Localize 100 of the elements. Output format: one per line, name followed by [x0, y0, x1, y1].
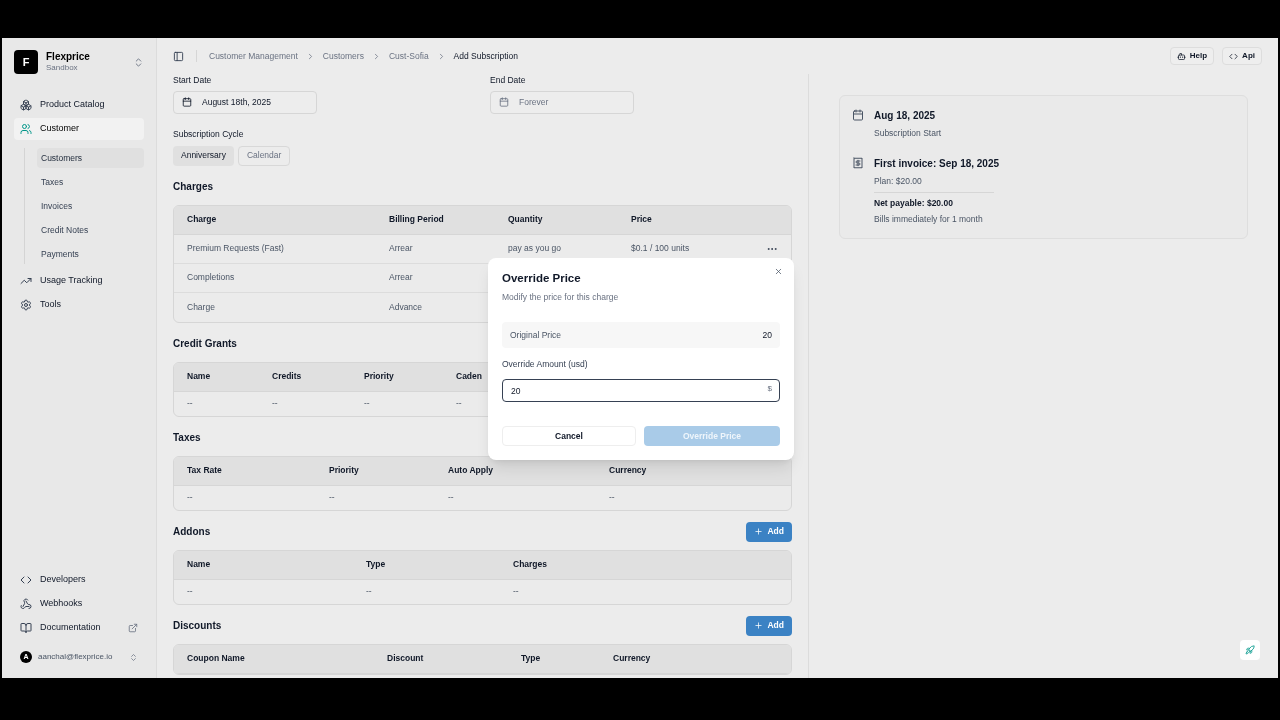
table-cell-text: --: [187, 397, 194, 410]
brand-logo: F: [14, 50, 38, 74]
section-title: Addons: [173, 525, 211, 539]
calendar-icon: [499, 97, 509, 108]
plus-icon: [754, 527, 764, 536]
column-header: Name: [187, 558, 212, 571]
receipt-icon: [852, 156, 864, 169]
nav-item[interactable]: Documentation: [14, 616, 144, 640]
code-icon: [20, 574, 32, 586]
original-price-label: Original Price: [510, 328, 562, 342]
breadcrumb-item[interactable]: Customers: [322, 49, 364, 63]
switcher-icon: [129, 652, 138, 662]
table-cell-text: Arrear: [389, 242, 414, 255]
dialog-title: Override Price: [502, 271, 582, 286]
header-button[interactable]: Api: [1222, 47, 1262, 65]
cycle-option[interactable]: Calendar: [237, 145, 291, 166]
timeline-detail: Plan: $20.00: [874, 174, 923, 188]
table-cell-text: --: [187, 491, 194, 504]
column-header: Priority: [364, 370, 395, 383]
field-label: Override Amount (usd): [502, 358, 589, 371]
users-icon: [20, 123, 32, 135]
column-header: Name: [187, 370, 212, 383]
switcher-icon: [133, 56, 144, 68]
column-header: Coupon Name: [187, 652, 246, 665]
field-label: Subscription Cycle: [173, 127, 245, 141]
table-cell-text: --: [364, 397, 371, 410]
column-header: Auto Apply: [448, 464, 494, 477]
header-button[interactable]: Help: [1169, 47, 1215, 65]
nav-subitem[interactable]: Invoices: [37, 196, 144, 216]
close-icon[interactable]: [774, 267, 783, 276]
timeline-title: Aug 18, 2025: [874, 109, 937, 123]
table-cell-text: --: [513, 585, 520, 598]
column-header: Billing Period: [389, 213, 445, 226]
cycle-option[interactable]: Anniversary: [173, 145, 234, 166]
column-header: Currency: [609, 464, 648, 477]
table-cell-text: pay as you go: [508, 242, 562, 255]
webhook-icon: [20, 598, 32, 610]
dialog-subtitle: Modify the price for this charge: [502, 291, 620, 304]
nav-subitem[interactable]: Customers: [37, 148, 144, 168]
trend-icon: [20, 275, 32, 287]
bot-icon: [1176, 51, 1186, 61]
section-title: Taxes: [173, 431, 201, 445]
table-cell-text: Premium Requests (Fast): [187, 242, 285, 255]
column-header: Charges: [513, 558, 548, 571]
table-cell-text: Advance: [389, 300, 424, 314]
add-button[interactable]: Add: [746, 615, 792, 636]
nav-subitem[interactable]: Payments: [37, 244, 144, 264]
timeline-detail: Bills immediately for 1 month: [874, 213, 984, 226]
table-cell-text: Completions: [187, 271, 236, 284]
table-cell-text: --: [187, 585, 194, 598]
table-cell-text: --: [448, 491, 455, 504]
column-header: Price: [631, 213, 653, 226]
table-cell-text: --: [272, 397, 279, 410]
nav-item[interactable]: Tools: [14, 294, 144, 316]
timeline-detail: Subscription Start: [874, 127, 942, 140]
currency-symbol: $: [767, 382, 772, 395]
column-header: Caden: [456, 370, 483, 383]
timeline-title: First invoice: Sep 18, 2025: [874, 156, 1000, 171]
section-title: Charges: [173, 180, 213, 194]
column-header: Charge: [187, 213, 218, 226]
calendar-icon: [852, 109, 864, 121]
date-field[interactable]: Forever: [490, 90, 634, 114]
nav-item[interactable]: Customer: [14, 118, 144, 140]
environment-label: Sandbox: [46, 63, 79, 74]
breadcrumb-item[interactable]: Customer Management: [209, 49, 298, 63]
add-button[interactable]: Add: [746, 521, 792, 542]
field-label: End Date: [490, 74, 527, 87]
nav-item[interactable]: Product Catalog: [14, 94, 144, 116]
table-cell-text: --: [456, 397, 463, 410]
breadcrumb-item[interactable]: Cust-Sofia: [388, 49, 429, 63]
book-icon: [20, 622, 32, 634]
field-label: Start Date: [173, 74, 213, 87]
column-header: Currency: [613, 652, 652, 665]
rocket-icon: [1245, 645, 1255, 655]
sidebar-toggle-icon[interactable]: [173, 50, 184, 62]
plus-icon: [754, 621, 764, 630]
nav-subitem[interactable]: Taxes: [37, 172, 144, 192]
table-cell-text: $0.1 / 100 units: [631, 242, 691, 255]
nav-item[interactable]: Usage Tracking: [14, 270, 144, 292]
column-header: Discount: [387, 652, 425, 665]
original-price-value: 20: [762, 328, 772, 342]
nav-subitem[interactable]: Credit Notes: [37, 220, 144, 240]
breadcrumb-item[interactable]: Add Subscription: [453, 49, 518, 63]
table-cell-text: Charge: [187, 300, 216, 314]
column-header: Quantity: [508, 213, 544, 226]
table-cell-text: --: [609, 491, 616, 504]
date-field[interactable]: August 18th, 2025: [173, 90, 317, 114]
column-header: Type: [366, 558, 387, 571]
calendar-icon: [182, 97, 192, 108]
section-title: Discounts: [173, 619, 222, 633]
column-header: Credits: [272, 370, 303, 383]
column-header: Priority: [329, 464, 360, 477]
nav-item[interactable]: Webhooks: [14, 592, 144, 616]
cancel-button[interactable]: Cancel: [502, 426, 636, 447]
settings-icon: [20, 299, 32, 311]
table-cell-text: --: [329, 491, 336, 504]
column-header: Type: [521, 652, 542, 665]
nav-item[interactable]: Developers: [14, 568, 144, 592]
code-icon: [1229, 51, 1239, 61]
boxes-icon: [20, 99, 32, 111]
